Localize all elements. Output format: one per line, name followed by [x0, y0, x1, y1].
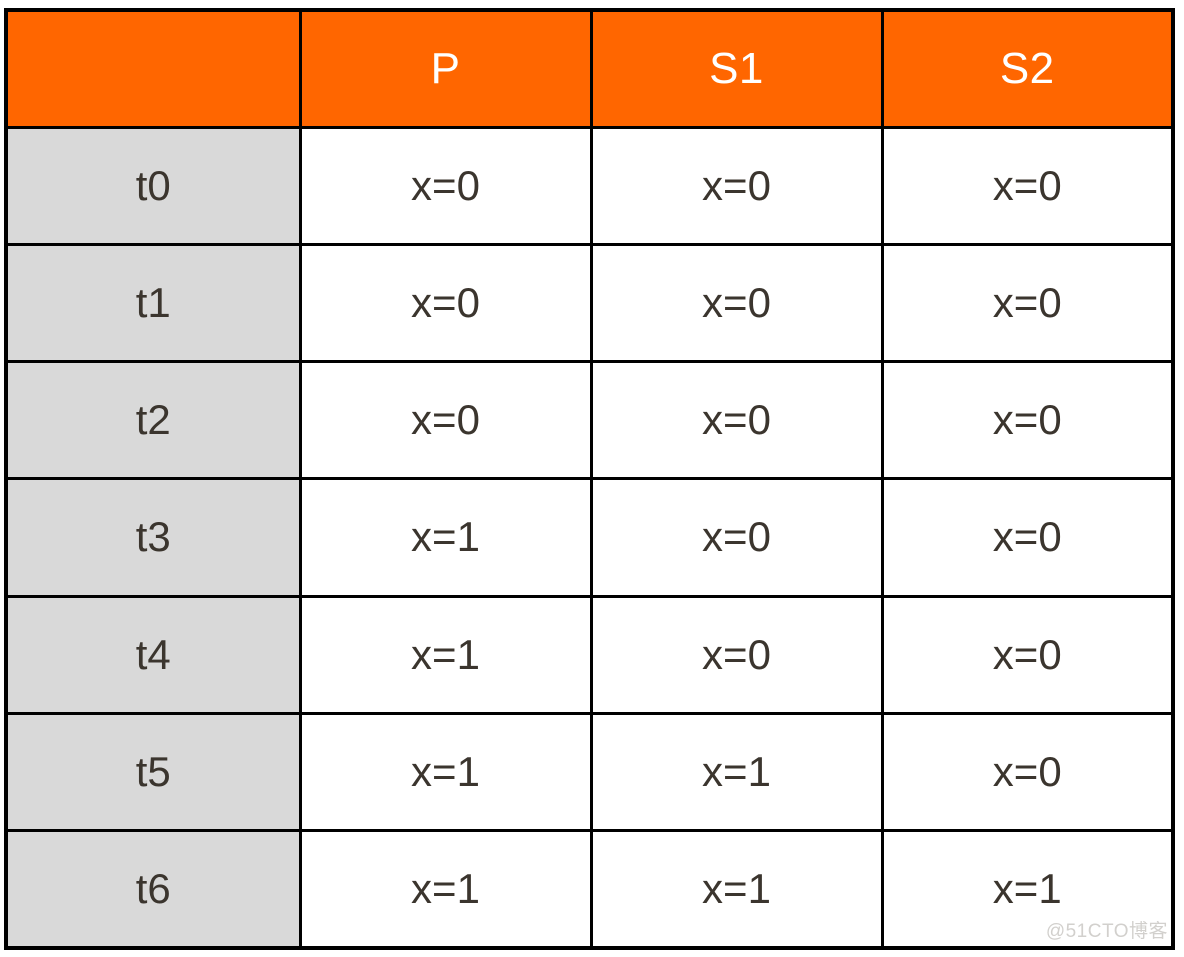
cell-t6-p: x=1 [298, 829, 593, 950]
cell-t5-s2: x=0 [880, 711, 1175, 833]
table-row: t6 x=1 x=1 x=1 [4, 829, 1175, 950]
cell-t3-p: x=1 [298, 477, 593, 598]
cell-t2-s1: x=0 [589, 360, 884, 481]
table-body: t0 x=0 x=0 x=0 t1 x=0 x=0 x=0 t2 x=0 x=0… [4, 125, 1175, 950]
table-row: t1 x=0 x=0 x=0 [4, 242, 1175, 364]
column-header-p: P [298, 8, 593, 129]
column-header-s2: S2 [880, 8, 1175, 129]
cell-t2-s2: x=0 [880, 360, 1175, 481]
cell-t5-p: x=1 [298, 711, 593, 833]
page-root: P S1 S2 t0 x=0 x=0 x=0 t1 x=0 x=0 x=0 t2… [0, 0, 1184, 957]
cell-t6-s1: x=1 [589, 829, 884, 950]
cell-t0-s1: x=0 [589, 125, 884, 246]
row-header-t6: t6 [4, 829, 302, 950]
column-header-s1: S1 [589, 8, 884, 129]
cell-t5-s1: x=1 [589, 711, 884, 833]
cell-t2-p: x=0 [298, 360, 593, 481]
table-row: t2 x=0 x=0 x=0 [4, 360, 1175, 481]
process-state-table: P S1 S2 t0 x=0 x=0 x=0 t1 x=0 x=0 x=0 t2… [4, 8, 1175, 950]
cell-t4-s1: x=0 [589, 594, 884, 715]
row-header-t0: t0 [4, 125, 302, 246]
cell-t0-s2: x=0 [880, 125, 1175, 246]
row-header-t1: t1 [4, 242, 302, 364]
row-header-t3: t3 [4, 477, 302, 598]
table-head: P S1 S2 [4, 8, 1175, 129]
header-corner-cell [4, 8, 302, 129]
cell-t4-s2: x=0 [880, 594, 1175, 715]
cell-t6-s2: x=1 [880, 829, 1175, 950]
table-row: t5 x=1 x=1 x=0 [4, 711, 1175, 833]
table-row: t3 x=1 x=0 x=0 [4, 477, 1175, 598]
cell-t1-s1: x=0 [589, 242, 884, 364]
cell-t1-p: x=0 [298, 242, 593, 364]
cell-t0-p: x=0 [298, 125, 593, 246]
table-row: t4 x=1 x=0 x=0 [4, 594, 1175, 715]
table-row: t0 x=0 x=0 x=0 [4, 125, 1175, 246]
cell-t3-s1: x=0 [589, 477, 884, 598]
state-table-container: P S1 S2 t0 x=0 x=0 x=0 t1 x=0 x=0 x=0 t2… [4, 8, 1175, 950]
table-header-row: P S1 S2 [4, 8, 1175, 129]
row-header-t5: t5 [4, 711, 302, 833]
row-header-t2: t2 [4, 360, 302, 481]
cell-t4-p: x=1 [298, 594, 593, 715]
row-header-t4: t4 [4, 594, 302, 715]
cell-t1-s2: x=0 [880, 242, 1175, 364]
cell-t3-s2: x=0 [880, 477, 1175, 598]
